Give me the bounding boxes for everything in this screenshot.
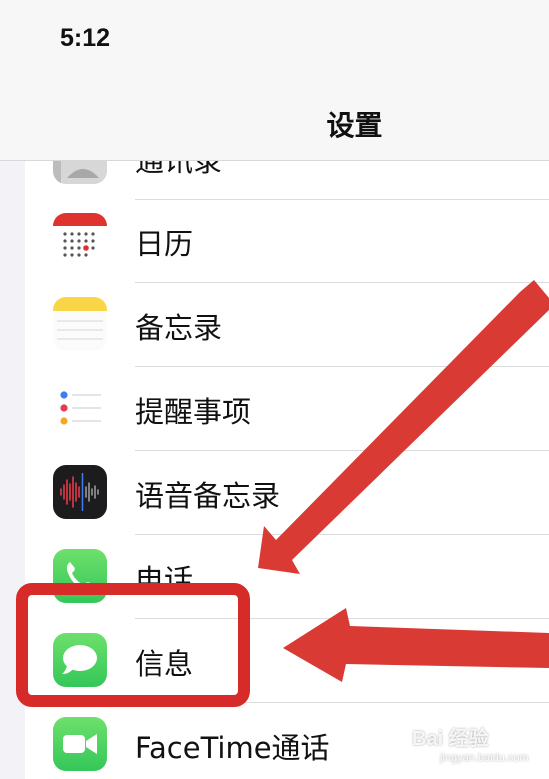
settings-item-contacts[interactable]: 通讯录 — [25, 160, 549, 200]
contacts-icon — [53, 160, 107, 184]
settings-item-label: 提醒事项 — [135, 395, 252, 429]
settings-item-reminders[interactable]: 提醒事项 — [25, 367, 549, 451]
settings-item-label: 备忘录 — [135, 311, 223, 345]
facetime-icon — [53, 717, 107, 771]
page-title: 设置 — [326, 109, 383, 142]
phone-icon — [53, 549, 107, 603]
reminders-icon — [53, 381, 107, 435]
settings-item-label: 日历 — [135, 227, 194, 261]
settings-item-calendar[interactable]: 日历 — [25, 199, 549, 283]
voice-memos-icon — [53, 465, 107, 519]
nav-bar: 设置 — [0, 80, 549, 161]
watermark-url: jingyan.baidu.com — [440, 752, 529, 764]
settings-item-label: 通讯录 — [135, 160, 223, 178]
settings-item-label: 信息 — [135, 647, 194, 681]
calendar-icon — [53, 213, 107, 267]
settings-item-label: 语音备忘录 — [135, 479, 281, 513]
settings-item-messages[interactable]: 信息 — [25, 619, 549, 703]
settings-item-voice-memos[interactable]: 语音备忘录 — [25, 451, 549, 535]
settings-item-notes[interactable]: 备忘录 — [25, 283, 549, 367]
messages-icon — [53, 633, 107, 687]
settings-item-label: FaceTime通话 — [135, 731, 330, 765]
settings-item-phone[interactable]: 电话 — [25, 535, 549, 619]
watermark-logo: Bai 经验 — [412, 728, 489, 750]
status-time: 5:12 — [60, 24, 111, 52]
settings-item-label: 电话 — [135, 563, 194, 597]
status-bar: 5:12 — [0, 0, 549, 80]
notes-icon — [53, 297, 107, 351]
settings-list: 通讯录 日历 备忘录 提醒事项 语音备忘录 电话 信息 FaceTime通话 — [25, 160, 549, 779]
